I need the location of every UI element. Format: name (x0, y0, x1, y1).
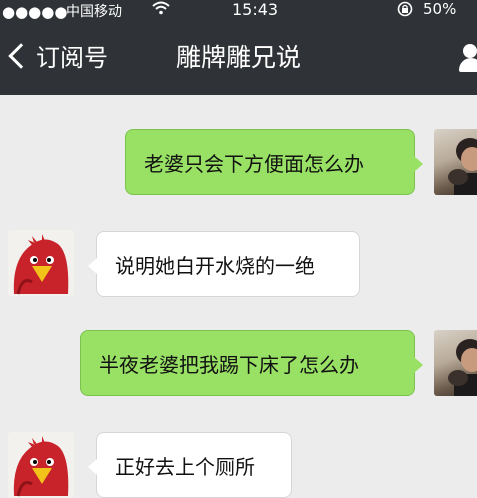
message-bubble-received[interactable]: 说明她白开水烧的一绝 (88, 231, 360, 297)
signal-strength-icon: ●●●●● (2, 3, 68, 21)
battery-percent: 50% (423, 0, 457, 18)
message-text: 正好去上个厕所 (115, 454, 255, 479)
message-text: 半夜老婆把我踢下床了怎么办 (99, 352, 359, 377)
message-bubble-sent[interactable]: 老婆只会下方便面怎么办 (125, 129, 423, 195)
message-bubble-received[interactable]: 正好去上个厕所 (88, 432, 292, 498)
user-avatar[interactable] (434, 129, 477, 195)
message-bubble-sent[interactable]: 半夜老婆把我踢下床了怎么办 (80, 330, 423, 396)
message-text: 说明她白开水烧的一绝 (115, 253, 315, 278)
carrier-name: 中国移动 (66, 4, 122, 20)
chat-area[interactable]: 老婆只会下方便面怎么办 说明她白开水烧的一绝 半夜老婆把我踢下床了怎么办 正好去… (0, 95, 477, 498)
account-avatar[interactable] (8, 432, 74, 498)
status-bar: ●●●●● 中国移动 15:43 50% (0, 0, 477, 22)
clock-time: 15:43 (232, 0, 279, 19)
person-icon[interactable] (459, 44, 477, 74)
page-title: 雕牌雕兄说 (175, 43, 301, 72)
message-text: 老婆只会下方便面怎么办 (144, 151, 364, 176)
account-avatar[interactable] (8, 230, 74, 296)
wifi-icon (152, 1, 170, 19)
nav-bar: 订阅号 雕牌雕兄说 (0, 22, 477, 95)
rotation-lock-icon (396, 1, 414, 21)
user-avatar[interactable] (434, 330, 477, 396)
